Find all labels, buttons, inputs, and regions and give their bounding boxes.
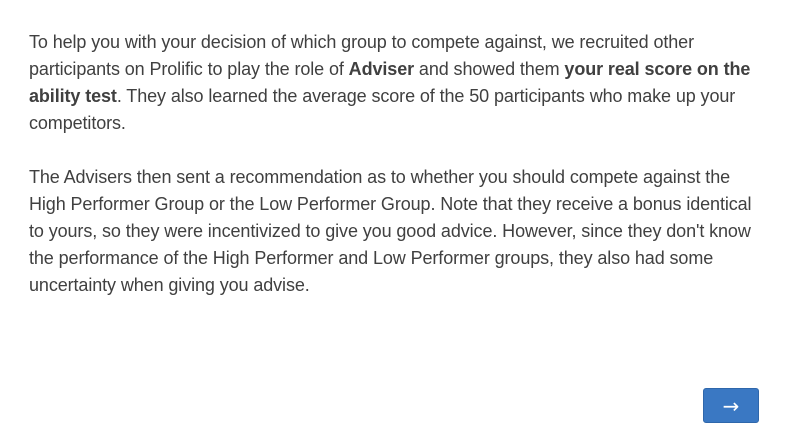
paragraph1-part3: . They also learned the average score of… bbox=[29, 86, 736, 133]
paragraph2-text: The Advisers then sent a recommendation … bbox=[29, 167, 752, 295]
paragraph1-part2: and showed them bbox=[414, 59, 565, 79]
paragraph-recommendation: The Advisers then sent a recommendation … bbox=[29, 164, 769, 299]
right-arrow-icon: → bbox=[722, 393, 740, 418]
instructions-text: To help you with your decision of which … bbox=[29, 29, 769, 326]
next-button[interactable]: → bbox=[703, 388, 759, 423]
adviser-term: Adviser bbox=[348, 59, 415, 79]
paragraph-adviser-intro: To help you with your decision of which … bbox=[29, 29, 769, 137]
